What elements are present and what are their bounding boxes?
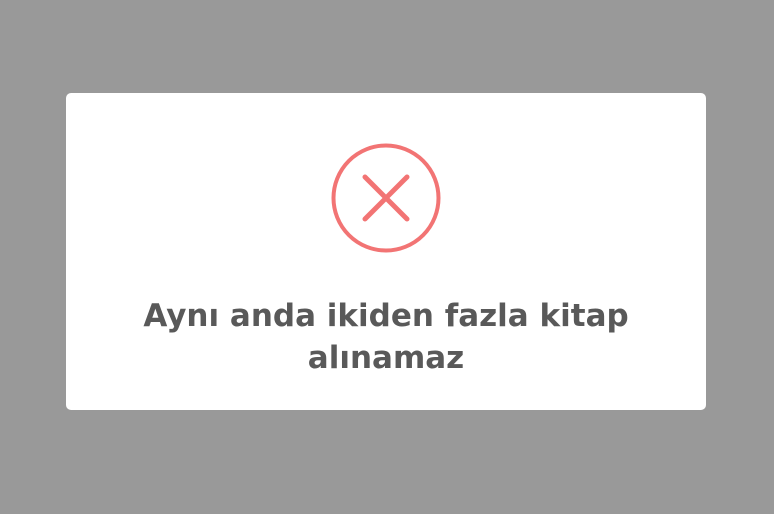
- alert-message: Aynı anda ikiden fazla kitap alınamaz: [143, 298, 629, 376]
- error-x-icon: [331, 143, 441, 253]
- alert-dialog: Aynı anda ikiden fazla kitap alınamaz: [66, 93, 706, 410]
